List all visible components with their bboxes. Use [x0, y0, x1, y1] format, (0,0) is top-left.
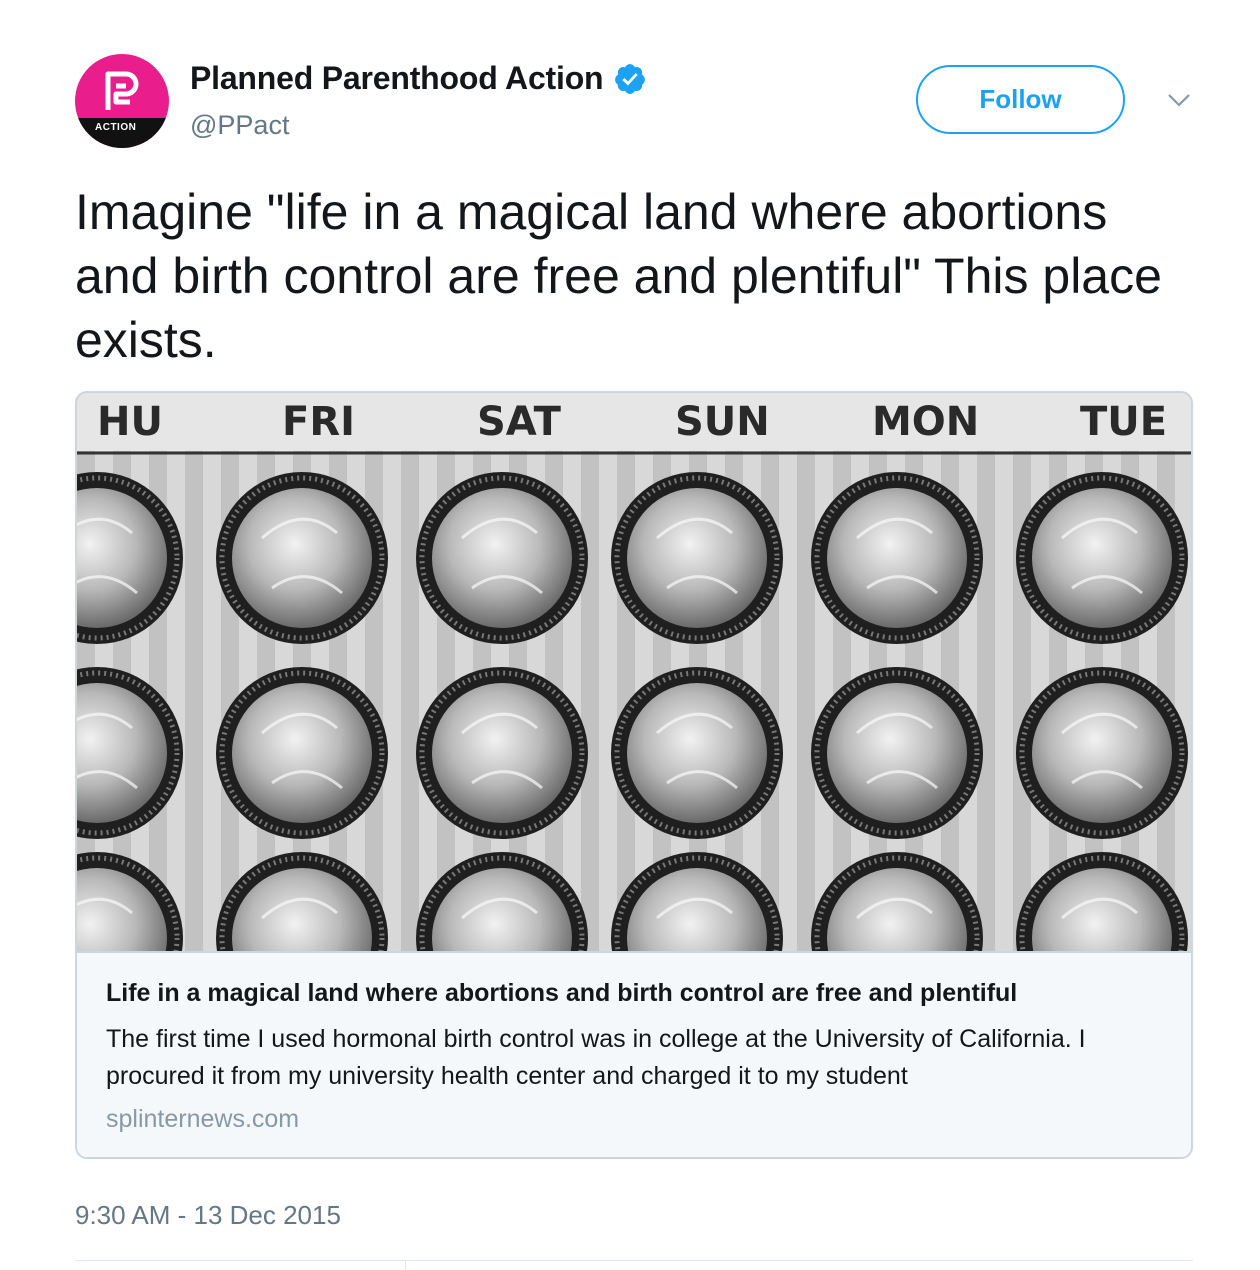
pill-blister	[216, 667, 388, 839]
card-description: The first time I used hormonal birth con…	[106, 1025, 1086, 1090]
birth-control-pill-pack-image: HU FRI SAT SUN MON TUE	[77, 393, 1191, 951]
tweet-timestamp[interactable]: 9:30 AM - 13 Dec 2015	[75, 1200, 341, 1231]
chevron-down-icon[interactable]	[1167, 92, 1191, 108]
pill-day-label: MON	[872, 399, 979, 445]
pill-blister	[1016, 472, 1188, 644]
planned-parenthood-logo-icon	[105, 71, 139, 110]
card-domain: splinternews.com	[106, 1105, 300, 1133]
pill-day-label: HU	[97, 399, 163, 445]
display-name[interactable]: Planned Parenthood Action	[190, 60, 604, 97]
pill-blister	[611, 472, 783, 644]
pill-blister	[611, 667, 783, 839]
pill-blister	[216, 472, 388, 644]
tweet: ACTION Planned Parenthood Action @PPact …	[0, 0, 1260, 1270]
card-image[interactable]: HU FRI SAT SUN MON TUE	[77, 393, 1191, 951]
card-body[interactable]: Life in a magical land where abortions a…	[77, 951, 1191, 1157]
pill-blister	[811, 472, 983, 644]
avatar[interactable]: ACTION	[75, 54, 169, 148]
pill-blister	[416, 472, 588, 644]
follow-button[interactable]: Follow	[916, 65, 1125, 134]
pill-blister	[416, 667, 588, 839]
pill-blister	[1016, 667, 1188, 839]
verified-badge-icon	[615, 63, 646, 94]
account-name-row[interactable]: Planned Parenthood Action	[190, 60, 647, 97]
avatar-band-label: ACTION	[75, 118, 169, 148]
tweet-text: Imagine "life in a magical land where ab…	[75, 184, 1162, 368]
pill-day-label: SUN	[675, 399, 770, 445]
pill-day-label: FRI	[282, 399, 355, 445]
divider-tick	[405, 1260, 406, 1270]
card-title[interactable]: Life in a magical land where abortions a…	[106, 979, 1166, 1008]
account-handle[interactable]: @PPact	[190, 110, 289, 141]
pill-blister	[811, 667, 983, 839]
pill-day-label: SAT	[477, 399, 562, 445]
link-card[interactable]: HU FRI SAT SUN MON TUE Life in a magical land…	[75, 391, 1193, 1159]
divider	[75, 1260, 1193, 1261]
pill-day-label: TUE	[1080, 399, 1167, 445]
